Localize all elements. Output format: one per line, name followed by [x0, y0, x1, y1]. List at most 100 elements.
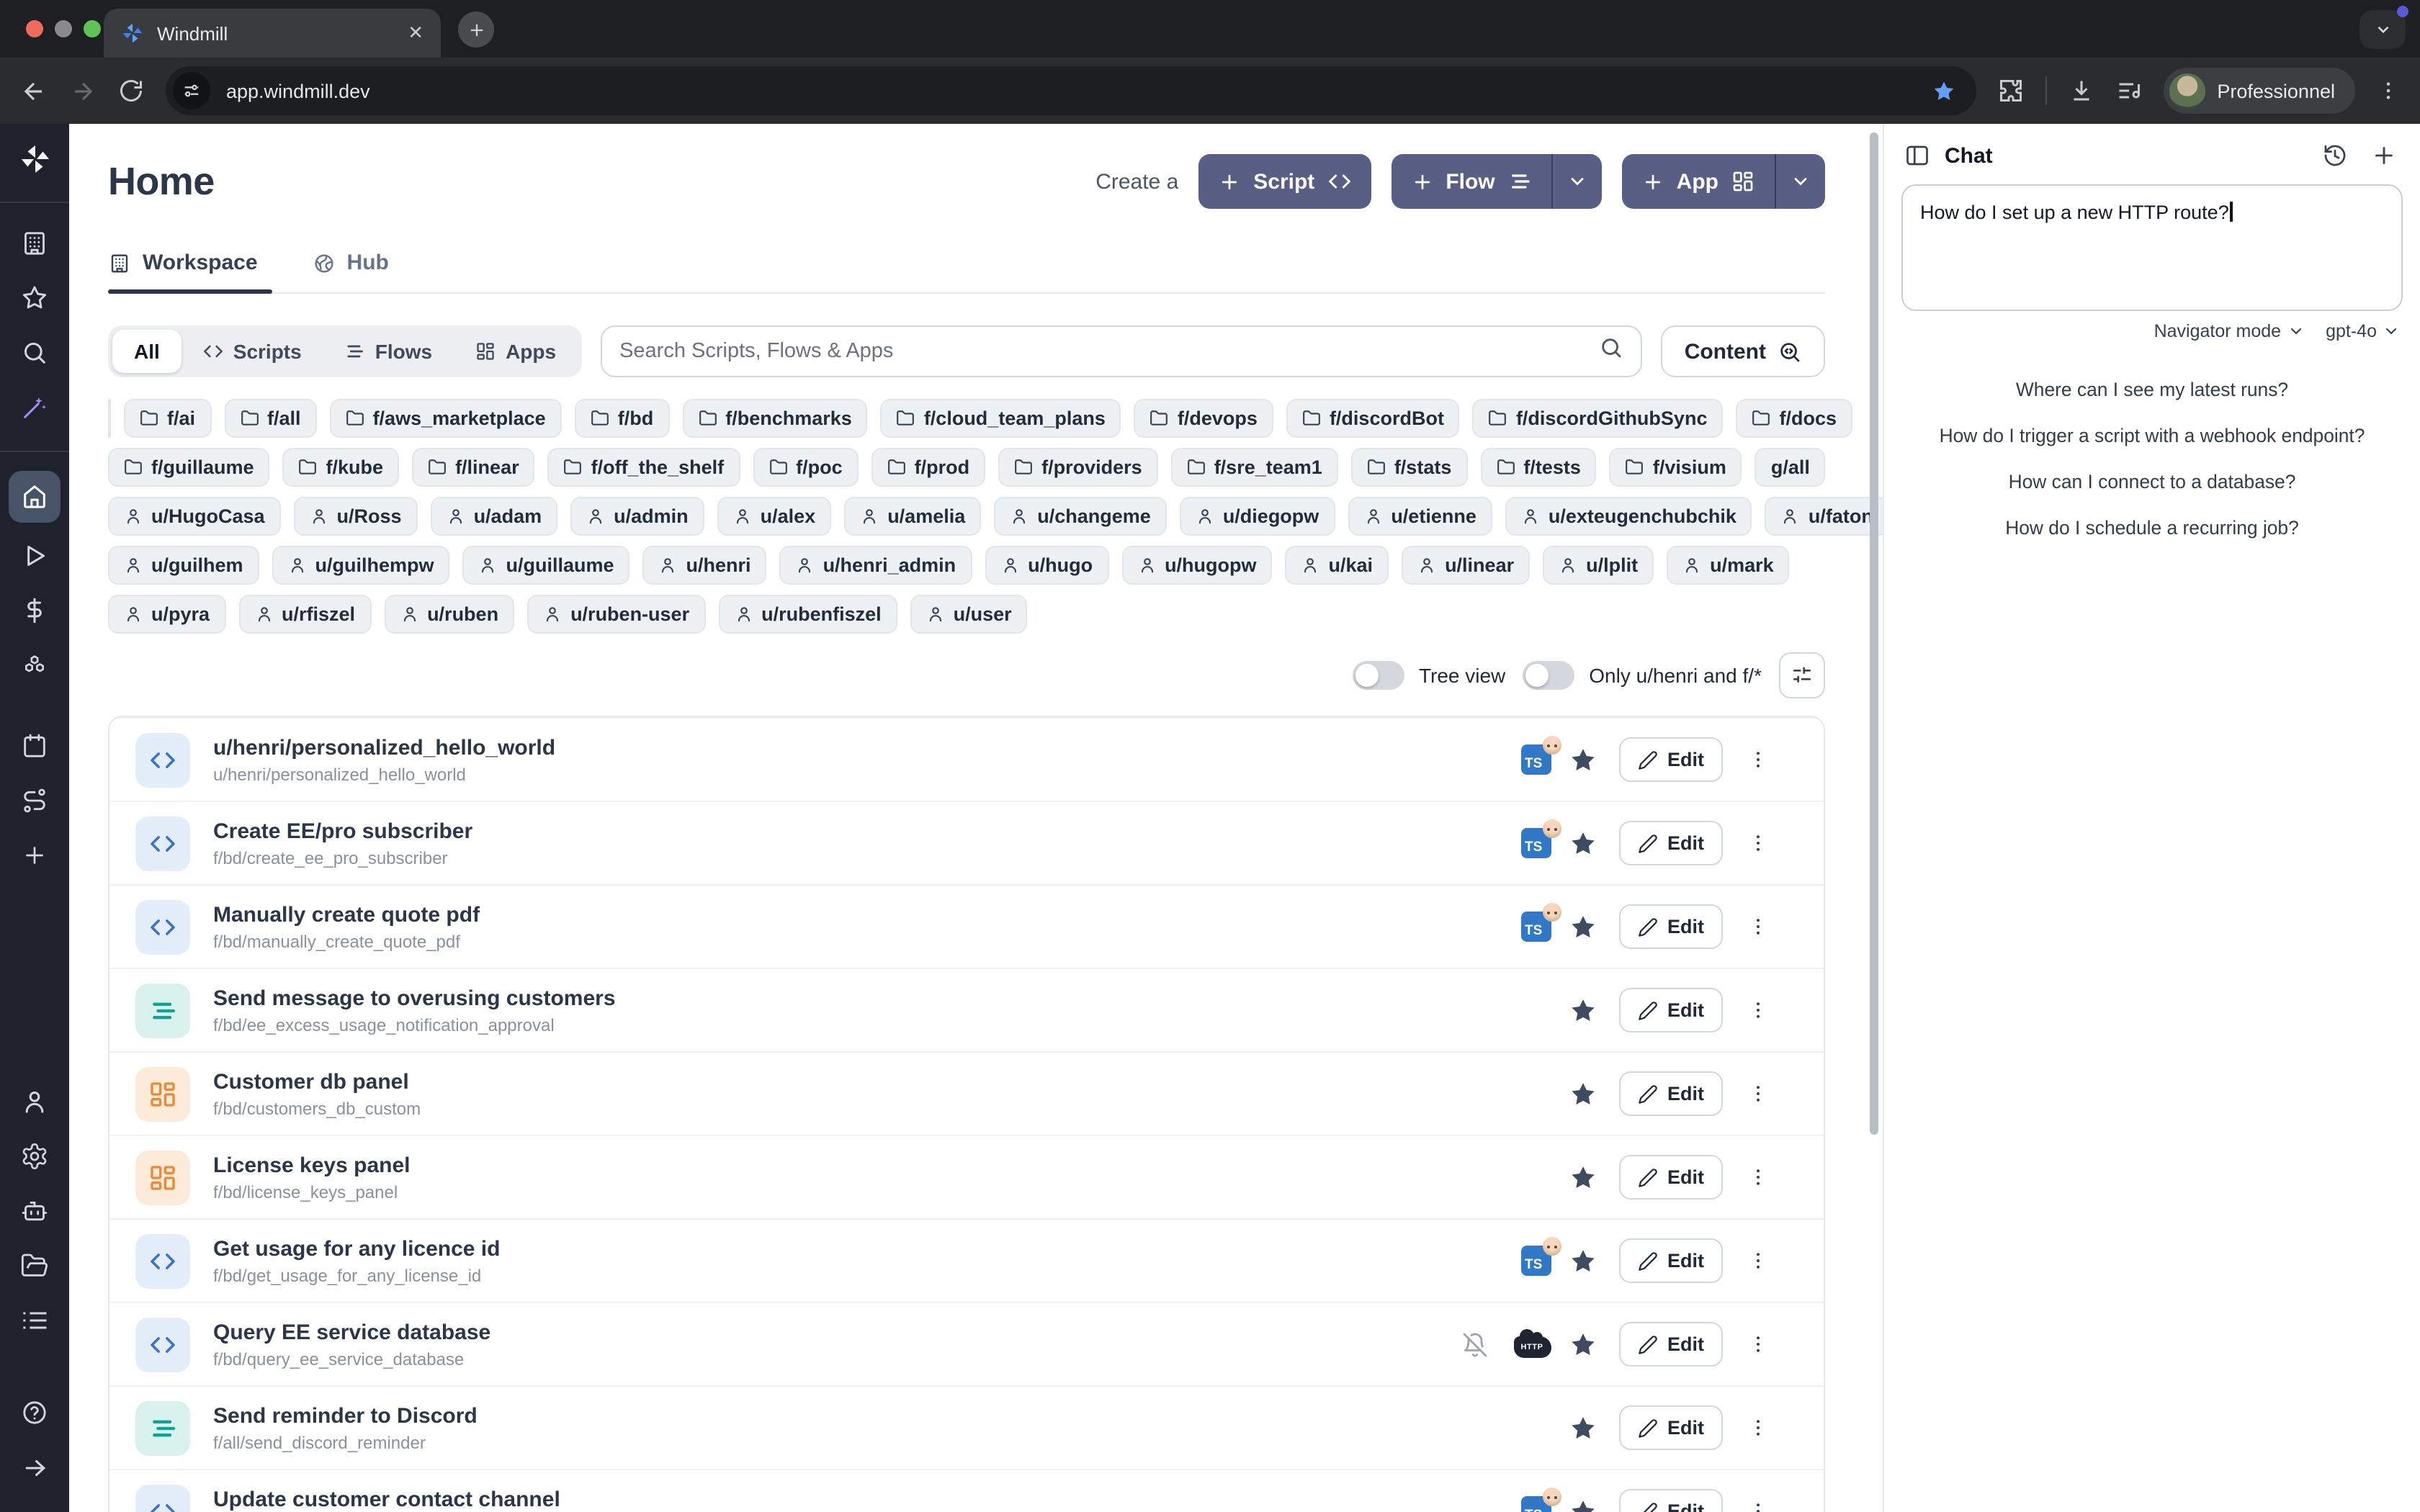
- edit-button[interactable]: Edit: [1618, 1238, 1723, 1283]
- sidebar-item-home[interactable]: [9, 471, 60, 523]
- owner-chip[interactable]: f/devops: [1134, 399, 1273, 438]
- filter-settings-button[interactable]: [1779, 652, 1825, 698]
- owner-chip[interactable]: u/amelia: [844, 497, 981, 536]
- favorite-star-icon[interactable]: [1568, 745, 1597, 774]
- favorite-star-icon[interactable]: [1568, 829, 1597, 858]
- chat-history-icon[interactable]: [2322, 143, 2348, 168]
- owner-chip[interactable]: f/discordGithubSync: [1473, 399, 1724, 438]
- filter-flows[interactable]: Flows: [323, 330, 454, 373]
- owner-chip[interactable]: u/diegopw: [1180, 497, 1335, 536]
- owner-chip[interactable]: f/kube: [283, 448, 400, 487]
- create-flow-button[interactable]: Flow: [1391, 154, 1601, 209]
- browser-profile-button[interactable]: Professionnel: [2164, 68, 2355, 114]
- favorite-star-icon[interactable]: [1568, 1163, 1597, 1192]
- browser-menu-icon[interactable]: [2377, 79, 2400, 102]
- sidebar-item-resources[interactable]: [10, 641, 59, 690]
- owner-chip[interactable]: u/user: [910, 595, 1028, 634]
- new-chat-icon[interactable]: [2371, 143, 2397, 168]
- tab-workspace[interactable]: Workspace: [108, 251, 264, 292]
- toggle-track[interactable]: [1523, 661, 1574, 690]
- toggle-track[interactable]: [1353, 661, 1404, 690]
- suggestion-item[interactable]: How do I trigger a script with a webhook…: [1940, 425, 2365, 446]
- owner-chip[interactable]: u/guilhem: [108, 546, 259, 585]
- item-menu-icon[interactable]: [1747, 749, 1769, 770]
- search-icon[interactable]: [1600, 336, 1624, 367]
- new-tab-button[interactable]: [458, 12, 494, 48]
- item-title[interactable]: Update customer contact channel: [213, 1487, 560, 1511]
- sidebar-item-variables[interactable]: [10, 586, 59, 635]
- owner-chip[interactable]: f/stats: [1351, 448, 1468, 487]
- main-scrollbar[interactable]: [1870, 132, 1878, 1135]
- downloads-icon[interactable]: [2069, 78, 2094, 104]
- edit-button[interactable]: Edit: [1618, 821, 1723, 865]
- owner-chip[interactable]: f/off_the_shelf: [548, 448, 740, 487]
- model-select[interactable]: gpt-4o: [2326, 321, 2400, 341]
- sidebar-item-add[interactable]: [10, 831, 59, 880]
- item-title[interactable]: License keys panel: [213, 1153, 411, 1177]
- owner-chip[interactable]: u/mark: [1667, 546, 1790, 585]
- list-item[interactable]: Get usage for any licence id f/bd/get_us…: [109, 1218, 1824, 1302]
- item-title[interactable]: Send reminder to Discord: [213, 1403, 478, 1428]
- item-menu-icon[interactable]: [1747, 1083, 1769, 1104]
- tab-close-icon[interactable]: ✕: [408, 22, 424, 45]
- item-title[interactable]: Customer db panel: [213, 1069, 421, 1094]
- list-item[interactable]: Send reminder to Discord f/all/send_disc…: [109, 1385, 1824, 1469]
- owner-chip[interactable]: u/guilhempw: [272, 546, 450, 585]
- owner-chip[interactable]: u/guillaume: [463, 546, 630, 585]
- owner-chip[interactable]: f/benchmarks: [682, 399, 868, 438]
- tab-hub[interactable]: Hub: [313, 251, 395, 292]
- owner-chip[interactable]: u/henri_admin: [780, 546, 972, 585]
- edit-button[interactable]: Edit: [1618, 1322, 1723, 1367]
- edit-button[interactable]: Edit: [1618, 1405, 1723, 1450]
- list-item[interactable]: Send message to overusing customers f/bd…: [109, 968, 1824, 1051]
- windmill-logo[interactable]: [18, 143, 51, 183]
- mode-select[interactable]: Navigator mode: [2154, 321, 2305, 341]
- owner-chip[interactable]: g/all: [1755, 448, 1826, 487]
- sidebar-item-schedules[interactable]: [10, 721, 59, 770]
- item-menu-icon[interactable]: [1747, 832, 1769, 854]
- item-title[interactable]: Manually create quote pdf: [213, 902, 480, 927]
- owner-chip[interactable]: u/HugoCasa: [108, 497, 281, 536]
- item-title[interactable]: Query EE service database: [213, 1320, 490, 1344]
- item-menu-icon[interactable]: [1747, 1333, 1769, 1355]
- owner-chip[interactable]: f/visium: [1610, 448, 1742, 487]
- owner-chip[interactable]: f/all: [224, 399, 317, 438]
- url-text[interactable]: app.windmill.dev: [226, 80, 1916, 102]
- owner-chip[interactable]: f/aws_marketplace: [330, 399, 562, 438]
- content-search-button[interactable]: Content: [1662, 325, 1825, 377]
- sidebar-item-runs[interactable]: [10, 531, 59, 580]
- owner-chip[interactable]: u/admin: [570, 497, 704, 536]
- owner-chip[interactable]: u/ruben: [384, 595, 514, 634]
- owner-chip[interactable]: u/kai: [1286, 546, 1389, 585]
- sidebar-item-audit-logs[interactable]: [10, 1296, 59, 1345]
- item-menu-icon[interactable]: [1747, 1166, 1769, 1188]
- filter-scripts[interactable]: Scripts: [182, 330, 323, 373]
- suggestion-item[interactable]: Where can I see my latest runs?: [2016, 379, 2288, 400]
- search-input[interactable]: [619, 340, 1588, 363]
- extensions-icon[interactable]: [1998, 78, 2024, 104]
- flow-dropdown-button[interactable]: [1551, 154, 1602, 209]
- list-item[interactable]: Customer db panel f/bd/customers_db_cust…: [109, 1051, 1824, 1135]
- suggestion-item[interactable]: How can I connect to a database?: [2009, 471, 2296, 492]
- item-title[interactable]: Create EE/pro subscriber: [213, 819, 472, 843]
- edit-button[interactable]: Edit: [1618, 904, 1723, 949]
- list-item[interactable]: License keys panel f/bd/license_keys_pan…: [109, 1135, 1824, 1218]
- zoom-window-button[interactable]: [84, 20, 101, 37]
- sidebar-item-settings[interactable]: [10, 1132, 59, 1181]
- tab-search-button[interactable]: [2360, 10, 2406, 49]
- owner-chip[interactable]: u/lplit: [1543, 546, 1654, 585]
- favorite-star-icon[interactable]: [1568, 1246, 1597, 1275]
- favorite-star-icon[interactable]: [1568, 1497, 1597, 1512]
- owner-chip[interactable]: u/henri: [643, 546, 767, 585]
- app-dropdown-button[interactable]: [1775, 154, 1825, 209]
- item-title[interactable]: Send message to overusing customers: [213, 986, 616, 1010]
- sidebar-expand-icon[interactable]: [10, 1443, 59, 1492]
- browser-tab[interactable]: Windmill ✕: [104, 9, 441, 58]
- owner-chip[interactable]: f/guillaume: [108, 448, 270, 487]
- owner-chip[interactable]: u/rubenfiszel: [718, 595, 897, 634]
- only-mine-toggle[interactable]: Only u/henri and f/*: [1523, 661, 1762, 690]
- owner-chip[interactable]: [108, 399, 111, 438]
- window-controls[interactable]: [26, 20, 101, 37]
- owner-chip[interactable]: u/hugo: [985, 546, 1108, 585]
- owner-chip[interactable]: u/hugopw: [1121, 546, 1272, 585]
